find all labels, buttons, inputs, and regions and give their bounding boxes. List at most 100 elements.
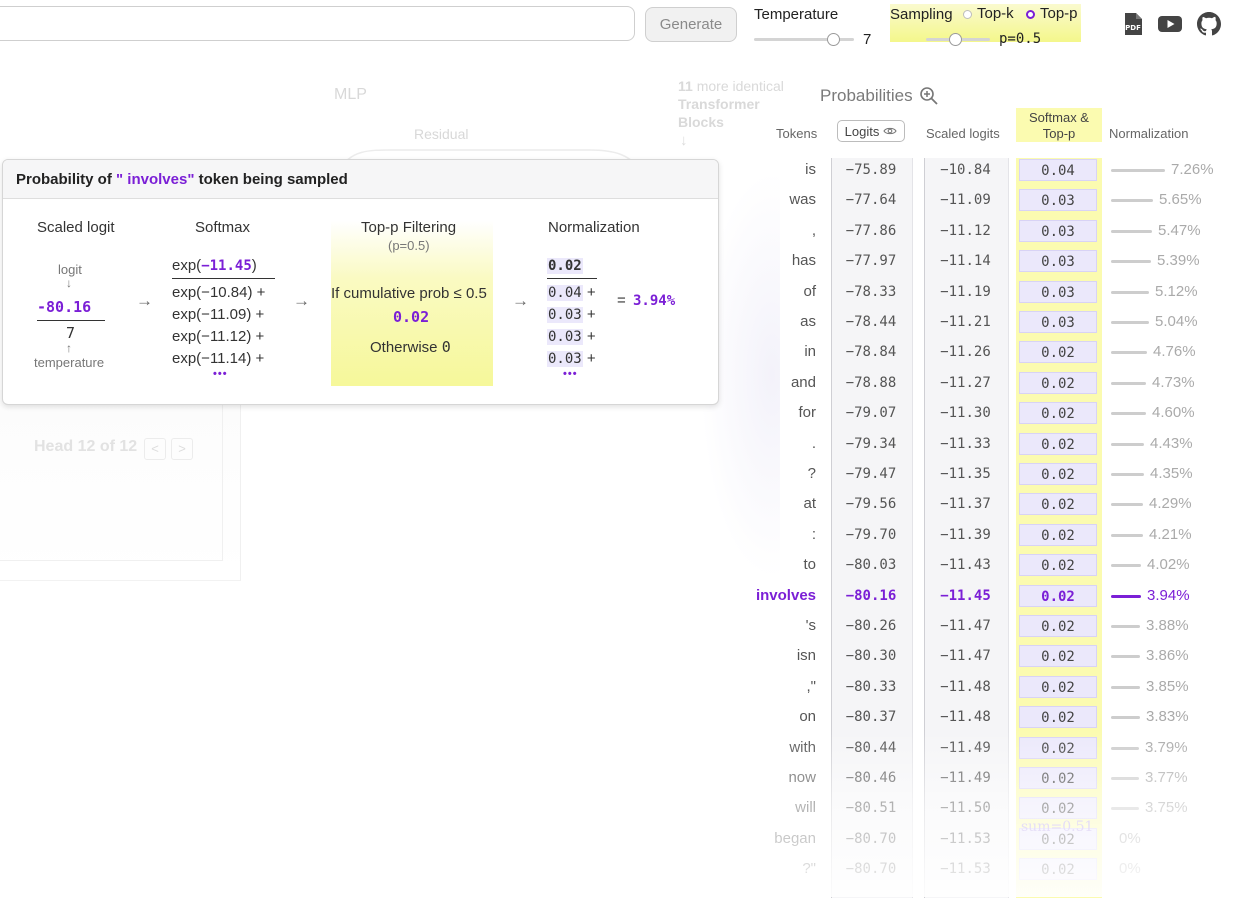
github-icon[interactable] [1197,12,1221,36]
logit-value: −80.44 [845,739,897,756]
normalization-bar [1111,564,1141,568]
topk-label[interactable]: Top-k [977,5,1014,22]
topp-slider[interactable] [926,33,992,47]
topp-slider-thumb[interactable] [949,33,962,46]
sampling-label: Sampling [890,6,953,23]
normalization-bar [1111,290,1149,294]
logit-value: −80.46 [845,770,897,786]
normalization-percent: 5.12% [1155,282,1198,300]
softmax-term: exp(−11.09) + [172,306,265,323]
scaled-logit-value: −11.12 [940,222,991,239]
probability-row[interactable]: as −78.44 −11.21 0.03 5.04% [740,307,1240,337]
logit-label: logit [58,262,82,277]
scaled-logit-value: −11.35 [940,466,991,482]
softmax-prob-chip: 0.02 [1019,645,1097,668]
normalization-bar [1111,716,1140,720]
probability-row[interactable]: ?" −80.70 −11.53 0.02 0% [740,854,1240,884]
probability-row[interactable]: involves −80.16 −11.45 0.02 3.94% [740,581,1240,611]
probability-row[interactable]: for −79.07 −11.30 0.02 4.60% [740,398,1240,428]
normalization-percent: 3.88% [1146,617,1189,634]
probability-row[interactable]: , −77.86 −11.12 0.03 5.47% [740,216,1240,246]
probability-row[interactable]: began −80.70 −11.53 0.02 0% [740,824,1240,854]
scaled-logit-value: −11.39 [940,526,991,543]
pdf-icon[interactable]: PDF [1121,12,1145,36]
probability-row[interactable]: at −79.56 −11.37 0.02 4.29% [740,489,1240,519]
normalization-bar [1111,594,1141,598]
topp-condition: If cumulative prob ≤ 0.5 [331,285,487,302]
head-next-button[interactable]: > [171,438,193,460]
probability-row[interactable]: to −80.03 −11.43 0.02 4.02% [740,550,1240,580]
logit-value: −75.89 [845,162,897,178]
probability-row[interactable]: and −78.88 −11.27 0.02 4.73% [740,368,1240,398]
scaled-logit-value: −10.84 [940,162,991,178]
scaled-logit-value: −11.21 [940,314,991,330]
normalization-bar [1111,655,1140,659]
normalization-percent: 4.60% [1152,404,1195,422]
eye-icon [883,127,897,135]
topk-radio[interactable] [963,10,972,19]
softmax-prob-chip: 0.02 [1019,493,1097,516]
probability-row[interactable]: on −80.37 −11.48 0.02 3.83% [740,702,1240,732]
normalization-percent: 5.04% [1155,313,1198,330]
token-label: was [789,191,816,209]
scaled-logit-value: −11.33 [940,435,991,452]
probability-row[interactable]: 's −80.26 −11.47 0.02 3.88% [740,611,1240,641]
probability-row[interactable]: is −75.89 −10.84 0.04 7.26% [740,155,1240,185]
softmax-prob-chip: 0.02 [1019,371,1097,394]
temperature-label: temperature [34,355,105,370]
logit-value: −79.56 [845,496,897,513]
probability-row[interactable]: was −77.64 −11.09 0.03 5.65% [740,185,1240,215]
scaled-logit-value: −11.27 [940,374,991,391]
probability-row[interactable]: has −77.97 −11.14 0.03 5.39% [740,246,1240,276]
scaled-logit-value: −11.19 [940,283,991,300]
generate-button[interactable]: Generate [645,7,737,42]
col-scaled-header: Scaled logits [926,126,1000,141]
normalization-percent: 3.79% [1145,738,1188,756]
normalization-percent: 7.26% [1171,161,1214,178]
probability-row[interactable]: with −80.44 −11.49 0.02 3.79% [740,733,1240,763]
probability-row[interactable]: ," −80.33 −11.48 0.02 3.85% [740,672,1240,702]
temperature-slider[interactable] [754,32,856,48]
topp-label[interactable]: Top-p [1040,5,1078,22]
norm-ellipsis: ••• [563,368,578,380]
softmax-prob-chip: 0.02 [1019,615,1097,637]
probability-row[interactable]: of −78.33 −11.19 0.03 5.12% [740,277,1240,307]
prompt-input[interactable] [0,6,635,41]
probability-row[interactable]: . −79.34 −11.33 0.02 4.43% [740,429,1240,459]
final-probability: 3.94% [633,293,676,309]
stacked-panels-inner [0,400,223,561]
normalization-bar [1111,625,1140,628]
softmax-prob-chip: 0.03 [1019,189,1097,212]
probability-row[interactable]: : −79.70 −11.39 0.02 4.21% [740,520,1240,550]
normalization-percent: 3.85% [1146,677,1189,695]
logits-toggle-button[interactable]: Logits [837,120,905,142]
token-label: for [798,404,816,422]
token-label: : [811,525,816,543]
normalization-percent: 4.43% [1150,434,1193,452]
logits-toggle-label: Logits [844,123,880,139]
probability-row[interactable]: isn −80.30 −11.47 0.02 3.86% [740,641,1240,671]
softmax-term: exp(−11.12) + [172,328,265,345]
token-label: . [811,434,816,452]
probability-row[interactable]: in −78.84 −11.26 0.02 4.76% [740,337,1240,367]
head-prev-button[interactable]: < [144,438,166,460]
logit-value: −80.30 [845,648,897,665]
temperature-slider-thumb[interactable] [827,33,840,46]
zoom-in-icon[interactable] [919,86,939,106]
probability-row[interactable]: ? −79.47 −11.35 0.02 4.35% [740,459,1240,489]
logit-value: −80.51 [845,800,897,817]
scaled-logit-value: −11.26 [940,344,991,361]
youtube-icon[interactable] [1158,12,1182,36]
probability-row[interactable]: now −80.46 −11.49 0.02 3.77% [740,763,1240,793]
topp-radio[interactable] [1026,10,1035,19]
normalization-percent: 3.83% [1146,708,1189,726]
normalization-bar [1111,381,1146,385]
normalization-percent: 3.86% [1146,647,1189,665]
normalization-bar [1111,199,1153,203]
token-label: in [804,343,816,361]
logit-value: −77.86 [845,222,897,239]
token-label: involves [755,586,816,604]
softmax-prob-chip: 0.02 [1019,767,1097,789]
topp-param: (p=0.5) [388,238,430,253]
probability-row[interactable]: will −80.51 −11.50 0.02 3.75% [740,793,1240,823]
